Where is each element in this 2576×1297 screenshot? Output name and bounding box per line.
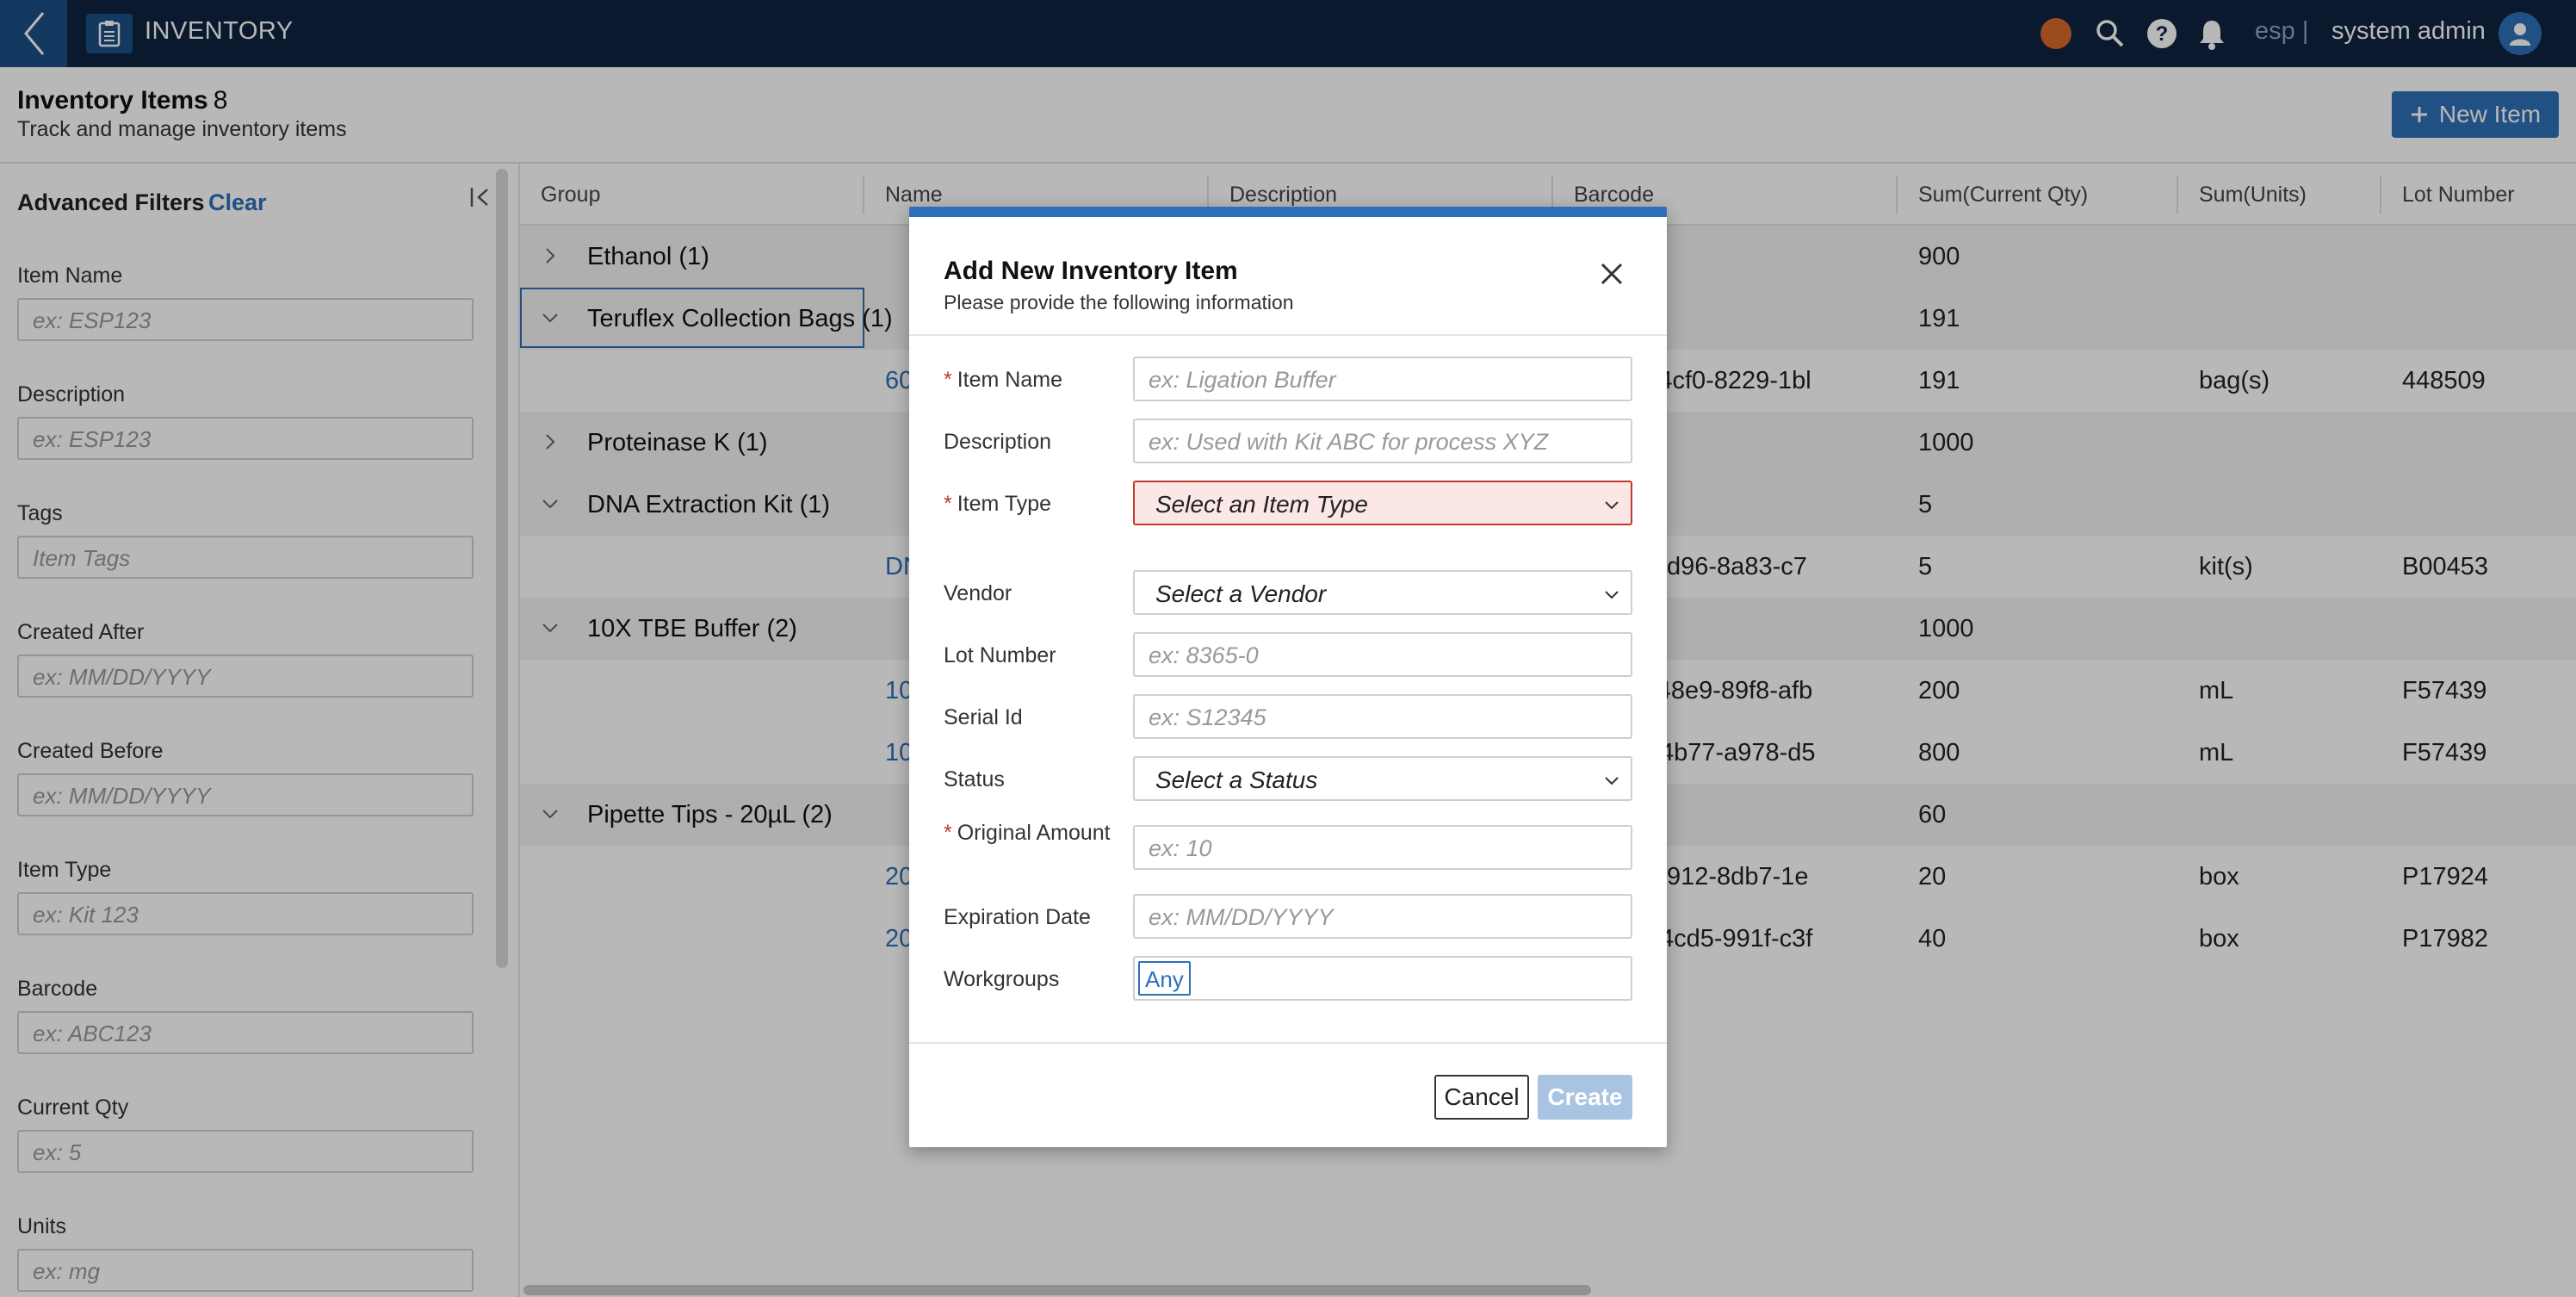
- status-value: Select a Status: [1155, 766, 1318, 793]
- item-type-value: Select an Item Type: [1155, 491, 1368, 518]
- description-input[interactable]: ex: Used with Kit ABC for process XYZ: [1133, 419, 1632, 463]
- cancel-button[interactable]: Cancel: [1434, 1075, 1529, 1120]
- item-type-select[interactable]: Select an Item Type: [1133, 481, 1632, 525]
- item-name-label-text: Item Name: [957, 368, 1062, 392]
- item-type-label: * Item Type: [944, 489, 1051, 518]
- vendor-select[interactable]: Select a Vendor: [1133, 570, 1632, 615]
- lot-number-label: Lot Number: [944, 643, 1056, 667]
- original-amount-label: * Original Amount: [944, 818, 1116, 847]
- vendor-label: Vendor: [944, 581, 1012, 605]
- item-name-label: * Item Name: [944, 365, 1062, 394]
- status-select[interactable]: Select a Status: [1133, 756, 1632, 801]
- lot-number-input[interactable]: ex: 8365-0: [1133, 632, 1632, 677]
- create-button[interactable]: Create: [1538, 1075, 1632, 1120]
- required-marker: *: [944, 368, 952, 392]
- required-marker: *: [944, 821, 952, 845]
- status-label: Status: [944, 767, 1005, 791]
- workgroups-label: Workgroups: [944, 967, 1060, 991]
- item-name-input[interactable]: ex: Ligation Buffer: [1133, 357, 1632, 401]
- expiration-date-input[interactable]: ex: MM/DD/YYYY: [1133, 894, 1632, 939]
- expiration-date-label: Expiration Date: [944, 905, 1091, 929]
- dialog-subtitle: Please provide the following information: [944, 291, 1294, 313]
- description-label: Description: [944, 430, 1052, 454]
- item-type-label-text: Item Type: [957, 492, 1052, 516]
- workgroups-input[interactable]: Any: [1133, 956, 1632, 1001]
- dialog-divider: [909, 1042, 1667, 1044]
- original-amount-input[interactable]: ex: 10: [1133, 825, 1632, 870]
- vendor-value: Select a Vendor: [1155, 580, 1327, 607]
- required-marker: *: [944, 492, 952, 516]
- close-icon[interactable]: [1598, 260, 1625, 288]
- workgroup-tag[interactable]: Any: [1138, 961, 1191, 996]
- dialog-title: Add New Inventory Item: [944, 257, 1238, 285]
- original-amount-label-text: Original Amount: [957, 821, 1111, 845]
- chevron-down-icon: [1605, 591, 1619, 599]
- serial-id-label: Serial Id: [944, 705, 1023, 729]
- dialog-divider: [909, 334, 1667, 336]
- add-item-dialog: Add New Inventory Item Please provide th…: [909, 207, 1667, 1147]
- chevron-down-icon: [1605, 777, 1619, 785]
- serial-id-input[interactable]: ex: S12345: [1133, 694, 1632, 739]
- chevron-down-icon: [1605, 501, 1619, 510]
